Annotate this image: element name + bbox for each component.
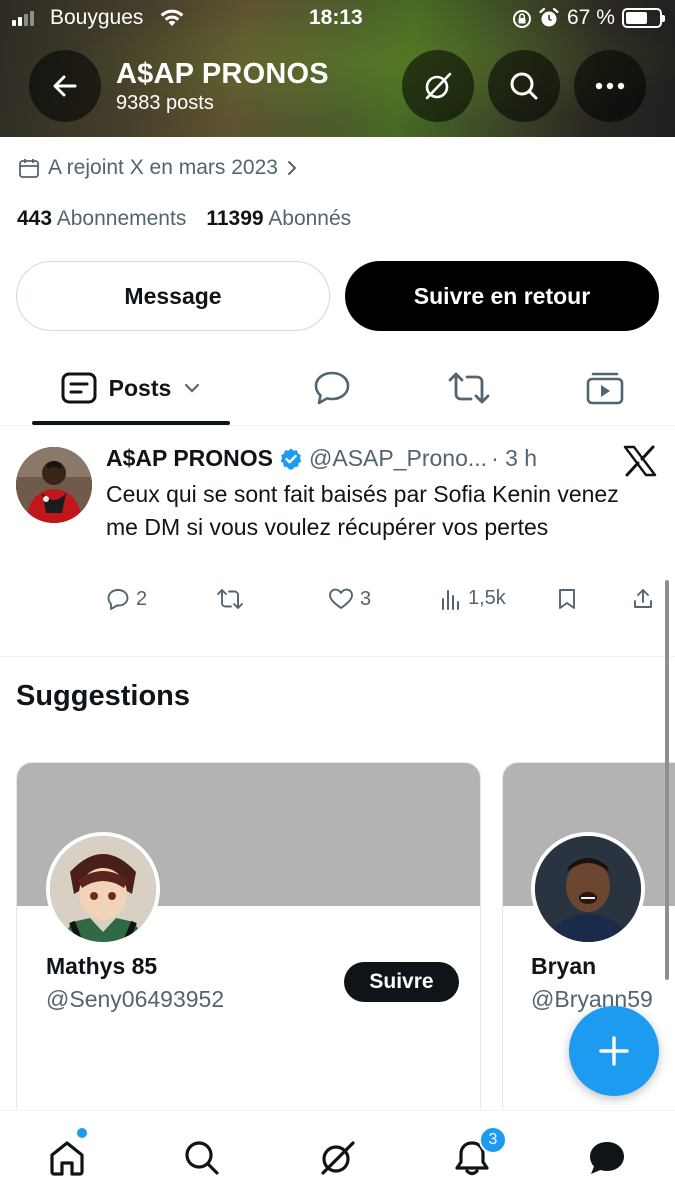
reply-count: 2 [136,587,148,610]
post-actions: 2 3 1,5k [106,587,656,617]
views-button[interactable]: 1,5k [440,587,506,610]
reply-button[interactable]: 2 [106,587,147,611]
back-arrow-icon [53,75,77,97]
tab-posts[interactable]: Posts [32,350,230,426]
avatar[interactable] [16,447,92,523]
battery-percent: 67 % [567,6,615,29]
compose-post-button[interactable] [569,1006,659,1096]
profile-posts-count: 9383 posts [116,92,214,114]
suggestion-avatar-image [535,836,641,942]
nav-grok[interactable] [312,1133,362,1183]
grok-button[interactable] [402,50,474,122]
follow-stats: 443 Abonnements 11399 Abonnés [17,207,351,231]
follow-button[interactable]: Suivre [344,962,459,1002]
media-icon [586,372,624,405]
posts-icon [61,372,97,404]
bottom-navigation [0,1110,675,1200]
suggestion-avatar-image [50,836,156,942]
suggestions-heading: Suggestions [16,680,191,712]
following-link[interactable]: 443 Abonnements [17,207,186,231]
messages-icon [590,1142,624,1174]
post-author-name[interactable]: A$AP PRONOS [106,445,273,472]
verified-badge-icon [280,448,302,470]
more-icon [595,82,625,90]
suggestion-name[interactable]: Mathys 85 [46,953,157,980]
followers-link[interactable]: 11399 Abonnés [206,207,351,231]
repost-button[interactable] [216,587,250,611]
post-author-handle[interactable]: @ASAP_Prono... [309,445,487,472]
nav-messages[interactable] [582,1133,632,1183]
suggestion-card[interactable]: Mathys 85 @Seny06493952 [16,762,481,1122]
tab-reposts[interactable] [427,350,511,426]
followers-label: Abonnés [268,207,352,230]
rotation-lock-icon [513,10,531,28]
suggestion-name[interactable]: Bryan [531,953,596,980]
following-label: Abonnements [56,207,187,230]
battery-icon [622,8,665,28]
profile-header-banner: Bouygues 18:13 67 % A$AP PRONOS 9383 pos… [0,0,675,137]
suggestion-handle[interactable]: @Seny06493952 [46,986,224,1013]
chevron-right-icon [287,161,297,175]
avatar[interactable] [531,832,645,946]
home-unread-dot [77,1128,87,1138]
signal-icon [12,10,34,26]
battery-level [626,12,647,24]
plus-icon [599,1036,629,1066]
heart-icon [329,588,353,609]
tab-media[interactable] [563,350,647,426]
tab-replies[interactable] [290,350,374,426]
carrier-name: Bouygues [50,6,144,29]
chevron-down-icon [185,383,200,393]
search-icon [510,72,538,100]
alarm-icon [539,7,559,27]
replies-icon [314,371,350,405]
reposts-icon [448,372,490,404]
like-button[interactable]: 3 [328,587,371,611]
notification-badge: 3 [479,1126,507,1154]
share-button[interactable] [632,587,654,611]
bookmark-icon [559,589,575,609]
message-button[interactable]: Message [16,261,330,331]
avatar[interactable] [46,832,160,946]
back-button[interactable] [29,50,101,122]
nav-home[interactable] [42,1133,92,1183]
share-icon [634,589,652,608]
author-avatar-image [16,447,92,523]
calendar-icon [19,159,39,178]
scrollbar[interactable] [665,580,669,980]
clock-time: 18:13 [309,6,363,29]
post-timestamp[interactable]: · 3 h [491,445,537,472]
active-tab-indicator [32,421,230,425]
reply-icon [107,589,129,610]
post-header: A$AP PRONOS @ASAP_Prono... · 3 h [106,445,537,472]
wifi-icon [160,9,184,26]
joined-date-text: A rejoint X en mars 2023 [48,156,278,179]
bookmark-button[interactable] [556,587,578,611]
post-item[interactable]: A$AP PRONOS @ASAP_Prono... · 3 h Ceux qu… [0,427,675,657]
search-icon [185,1141,219,1175]
grok-icon [321,1141,355,1175]
status-bar: Bouygues 18:13 67 % [0,0,675,38]
suggestion-handle[interactable]: @Bryann59 [531,986,653,1013]
followers-count: 11399 [206,207,264,230]
following-count: 443 [17,207,53,230]
post-text[interactable]: Ceux qui se sont fait baisés par Sofia K… [106,478,646,544]
profile-display-name: A$AP PRONOS [116,58,329,90]
profile-tabs: Posts [0,350,675,426]
tab-posts-label: Posts [108,374,172,401]
more-options-button[interactable] [574,50,646,122]
x-logo-icon[interactable] [623,445,657,477]
joined-date[interactable]: A rejoint X en mars 2023 [18,156,298,180]
search-button[interactable] [488,50,560,122]
home-icon [50,1141,84,1176]
views-count: 1,5k [468,587,506,609]
follow-back-button[interactable]: Suivre en retour [345,261,659,331]
like-count: 3 [360,587,372,610]
nav-search[interactable] [177,1133,227,1183]
grok-icon [425,72,452,100]
repost-icon [217,589,243,609]
views-chart-icon [442,589,459,610]
